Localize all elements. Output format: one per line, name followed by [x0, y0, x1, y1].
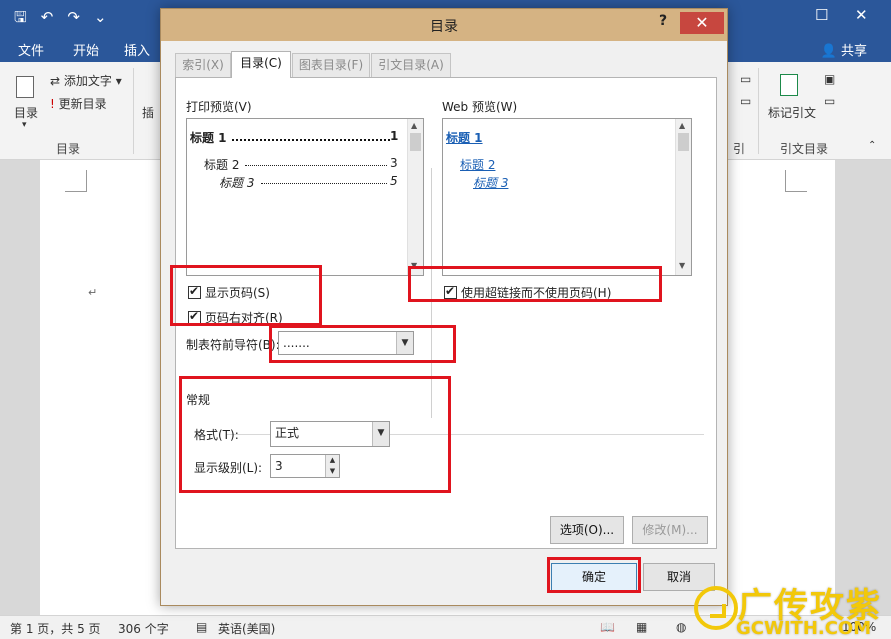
print-preview-box: 标题 1 1 标题 2 3 标题 3 5 ▲ ▼: [186, 118, 424, 276]
citation-toc-icon[interactable]: ▣: [824, 72, 835, 86]
redo-icon[interactable]: ↷: [67, 8, 80, 26]
tab-insert[interactable]: 插入: [124, 40, 150, 59]
highlight-box: [269, 325, 456, 363]
tab-leader-label: 制表符前导符(B):: [186, 338, 280, 352]
citation-update-icon[interactable]: ▭: [824, 94, 835, 108]
modify-button: 修改(M)...: [632, 516, 708, 544]
preview-heading-2: 标题 2: [204, 158, 240, 172]
scroll-up-icon[interactable]: ▲: [411, 121, 417, 130]
proofing-icon[interactable]: ▤: [196, 620, 207, 634]
preview-heading-1: 标题 1: [190, 131, 227, 145]
leader-dots: [261, 183, 387, 184]
undo-icon[interactable]: ↶: [41, 8, 54, 26]
mark-citation-button[interactable]: 标记引文: [768, 104, 816, 121]
preview-page-2: 3: [390, 156, 398, 170]
toc-dropdown-icon[interactable]: ▾: [22, 120, 27, 130]
tab-toc[interactable]: 目录(C): [231, 51, 291, 78]
doc-warn-icon[interactable]: ▭: [740, 94, 751, 108]
leader-dots: [232, 139, 390, 141]
watermark-logo-icon: [694, 586, 738, 630]
tab-file[interactable]: 文件: [18, 40, 44, 59]
scroll-thumb[interactable]: [678, 133, 689, 151]
doc-icon[interactable]: ▭: [740, 72, 751, 86]
watermark: 广传攻紫 GCWITH.COM: [688, 578, 891, 639]
dialog-title: 目录: [430, 19, 458, 35]
tab-table-of-figures[interactable]: 图表目录(F): [292, 53, 370, 77]
margin-corner: [785, 170, 807, 192]
add-text-button[interactable]: ⇄ 添加文字 ▾: [50, 72, 122, 89]
web-layout-icon[interactable]: ◍: [676, 620, 686, 634]
scroll-thumb[interactable]: [410, 133, 421, 151]
close-icon: ✕: [695, 13, 709, 32]
read-mode-icon[interactable]: 📖: [600, 620, 615, 634]
share-button[interactable]: 👤 共享: [821, 40, 867, 59]
close-dialog-button[interactable]: ✕: [680, 12, 724, 34]
page-count[interactable]: 第 1 页，共 5 页: [10, 620, 101, 637]
add-text-label: 添加文字: [63, 74, 112, 88]
tab-table-of-authorities[interactable]: 引文目录(A): [371, 53, 451, 77]
partial-group-label: 引: [733, 142, 746, 156]
update-toc-button[interactable]: ! 更新目录: [50, 95, 107, 112]
margin-corner: [65, 170, 87, 192]
highlight-box: [408, 266, 662, 302]
paragraph-mark-icon: ↵: [88, 286, 98, 299]
customize-qat-icon[interactable]: ⌄: [94, 8, 107, 26]
highlight-box: [179, 376, 451, 493]
leader-dots: [245, 165, 387, 166]
toc-icon[interactable]: [16, 76, 34, 98]
scroll-up-icon[interactable]: ▲: [679, 121, 685, 130]
options-button[interactable]: 选项(O)...: [550, 516, 624, 544]
preview-page-1: 1: [390, 129, 399, 143]
language[interactable]: 英语(美国): [218, 620, 275, 637]
insert-partial-label: 插: [142, 106, 155, 120]
preview-page-3: 5: [390, 174, 398, 188]
help-icon[interactable]: ?: [659, 13, 667, 29]
print-preview-label: 打印预览(V): [186, 100, 252, 114]
web-preview-scrollbar[interactable]: ▲ ▼: [675, 119, 691, 275]
tab-home[interactable]: 开始: [73, 40, 99, 59]
toc-button[interactable]: 目录: [14, 104, 38, 121]
ribbon-separator: [133, 68, 134, 154]
group-label-citation-toc: 引文目录: [780, 142, 829, 156]
collapse-ribbon-icon[interactable]: ⌃: [868, 140, 876, 151]
close-window-icon[interactable]: ✕: [855, 6, 868, 24]
web-heading-3: 标题 3: [473, 176, 509, 190]
watermark-en: GCWITH.COM: [736, 618, 872, 639]
web-heading-2: 标题 2: [460, 158, 496, 172]
ribbon-separator: [758, 68, 759, 154]
scroll-down-icon[interactable]: ▼: [679, 261, 685, 270]
update-icon: !: [50, 97, 55, 111]
maximize-icon[interactable]: ☐: [815, 6, 828, 24]
update-toc-label: 更新目录: [58, 97, 107, 111]
web-heading-1: 标题 1: [446, 131, 483, 145]
group-label-toc: 目录: [56, 142, 81, 156]
dialog-title-bar[interactable]: 目录 ? ✕: [161, 9, 727, 41]
web-preview-box: 标题 1 标题 2 标题 3 ▲ ▼: [442, 118, 692, 276]
person-icon: 👤: [820, 44, 837, 59]
mark-citation-icon[interactable]: [780, 74, 798, 96]
preview-heading-3: 标题 3: [219, 176, 255, 190]
print-preview-scrollbar[interactable]: ▲ ▼: [407, 119, 423, 275]
highlight-box: [170, 265, 322, 326]
add-text-icon: ⇄: [50, 74, 61, 88]
highlight-box: [547, 557, 641, 593]
share-label: 共享: [840, 44, 867, 59]
web-preview-label: Web 预览(W): [442, 100, 518, 114]
tab-index[interactable]: 索引(X): [175, 53, 231, 77]
quick-access-toolbar: 🖫 ↶ ↷ ⌄: [14, 8, 107, 26]
save-icon[interactable]: 🖫: [14, 8, 27, 26]
print-layout-icon[interactable]: ▦: [636, 620, 647, 634]
word-count[interactable]: 306 个字: [118, 620, 169, 637]
